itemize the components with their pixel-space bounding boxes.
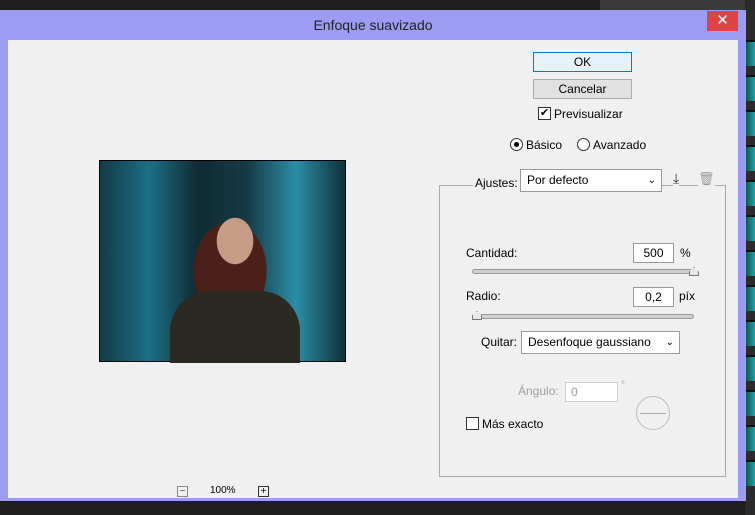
dialog-title: Enfoque suavizado	[313, 17, 433, 33]
thumbnail	[746, 285, 755, 311]
preview-image[interactable]	[99, 160, 346, 363]
amount-slider[interactable]	[472, 269, 694, 274]
more-accurate-checkbox[interactable]	[466, 417, 479, 430]
chevron-down-icon: ⌄	[665, 337, 674, 348]
settings-value: Por defecto	[527, 173, 589, 187]
thumbnail	[746, 390, 755, 416]
amount-label: Cantidad:	[466, 246, 518, 260]
settings-select[interactable]: Por defecto ⌄	[520, 169, 662, 192]
thumbnail	[746, 320, 755, 346]
more-accurate-label: Más exacto	[482, 417, 544, 431]
remove-select[interactable]: Desenfoque gaussiano ⌄	[521, 331, 680, 354]
dialog-body: − 100% + OK Cancelar ✔ Previsualizar Bás…	[8, 40, 738, 498]
thumbnail	[746, 215, 755, 241]
preview-label: Previsualizar	[554, 107, 623, 121]
save-preset-icon[interactable]: ⤓	[673, 170, 680, 187]
angle-dial[interactable]	[636, 396, 670, 430]
amount-unit: %	[680, 246, 691, 260]
basic-radio[interactable]	[510, 138, 523, 151]
zoom-in-button[interactable]: +	[258, 486, 269, 497]
preview-checkbox[interactable]: ✔	[538, 107, 551, 120]
radius-unit: píx	[679, 289, 696, 303]
thumbnail	[746, 460, 755, 486]
angle-label: Ángulo:	[518, 384, 559, 398]
zoom-level: 100%	[210, 485, 236, 496]
cancel-button[interactable]: Cancelar	[533, 79, 632, 99]
thumbnail	[746, 355, 755, 381]
dialog-window: Enfoque suavizado ✕ − 100% + OK Cancelar…	[0, 10, 746, 501]
ok-button[interactable]: OK	[533, 52, 632, 72]
thumbnail	[746, 145, 755, 171]
thumbnail	[746, 180, 755, 206]
remove-label: Quitar:	[481, 335, 518, 349]
remove-value: Desenfoque gaussiano	[528, 335, 651, 349]
thumbnail	[746, 40, 755, 66]
background-toolbar	[600, 0, 755, 10]
radius-slider[interactable]	[472, 314, 694, 319]
chevron-down-icon: ⌄	[647, 175, 656, 186]
basic-label: Básico	[526, 138, 563, 152]
zoom-out-button[interactable]: −	[177, 486, 188, 497]
thumbnail	[746, 110, 755, 136]
radius-input[interactable]: 0,2	[633, 287, 674, 307]
thumbnail	[746, 425, 755, 451]
amount-input[interactable]: 500	[633, 243, 674, 263]
trash-icon[interactable]: 🗑	[698, 171, 715, 187]
radius-label: Radio:	[466, 289, 501, 303]
advanced-radio[interactable]	[577, 138, 590, 151]
advanced-label: Avanzado	[593, 138, 647, 152]
settings-label: Ajustes:	[473, 176, 520, 190]
thumbnail	[746, 250, 755, 276]
thumbnail	[746, 75, 755, 101]
angle-unit: °	[621, 380, 625, 391]
close-button[interactable]: ✕	[707, 11, 738, 31]
angle-input[interactable]: 0	[565, 382, 618, 402]
